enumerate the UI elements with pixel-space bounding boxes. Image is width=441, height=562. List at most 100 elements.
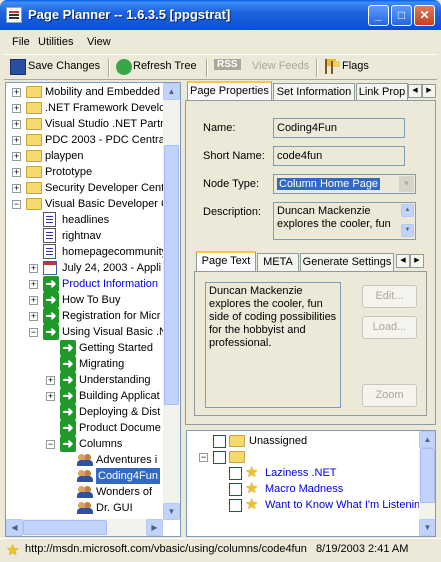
expand-icon[interactable]: + bbox=[46, 392, 55, 401]
tab-page-properties[interactable]: Page Properties bbox=[187, 81, 272, 102]
view-feeds-button[interactable]: View Feeds bbox=[252, 60, 309, 72]
tree-node[interactable]: Dr. GUI bbox=[6, 500, 163, 516]
maximize-button[interactable]: □ bbox=[391, 5, 412, 26]
expand-icon[interactable]: + bbox=[12, 184, 21, 193]
tree-horizontal-scrollbar[interactable]: ◀ ▶ bbox=[6, 519, 163, 536]
scroll-thumb[interactable] bbox=[164, 145, 179, 405]
minimize-button[interactable]: _ bbox=[368, 5, 389, 26]
page-tree[interactable]: + Mobility and Embedded I + .NET Framework … bbox=[5, 82, 181, 537]
tree-node[interactable]: headlines bbox=[6, 212, 163, 228]
tab-generate-settings[interactable]: Generate Settings bbox=[300, 253, 394, 271]
flags-button[interactable]: Flags bbox=[342, 60, 369, 72]
scroll-up-icon[interactable]: ▲ bbox=[419, 431, 435, 448]
scroll-up-icon[interactable]: ▲ bbox=[401, 204, 414, 217]
tree-node[interactable]: + ➜ Understanding bbox=[6, 372, 163, 388]
flags-tree[interactable]: Unassigned − ★ Laziness .NET ★ Macro Madness ★… bbox=[186, 430, 436, 537]
description-scrollbar[interactable]: ▲ ▼ bbox=[401, 204, 414, 238]
scroll-down-icon[interactable]: ▼ bbox=[401, 224, 414, 237]
tab-page-text[interactable]: Page Text bbox=[196, 251, 256, 272]
tree-node[interactable]: Coding4Fun bbox=[6, 468, 163, 484]
tree-node[interactable]: + Mobility and Embedded I bbox=[6, 84, 166, 100]
expand-icon[interactable]: + bbox=[46, 376, 55, 385]
tree-node[interactable]: + ➜ Building Applicat bbox=[6, 388, 163, 404]
flags-vertical-scrollbar[interactable]: ▲ ▼ bbox=[419, 431, 435, 536]
edit-button[interactable]: Edit... bbox=[362, 285, 417, 308]
flag-node[interactable]: ★ Want to Know What I'm Listenin bbox=[187, 497, 420, 513]
refresh-tree-button[interactable]: Refresh Tree bbox=[133, 60, 197, 72]
expand-icon[interactable]: + bbox=[12, 88, 21, 97]
tree-node[interactable]: + ➜ Registration for Micr bbox=[6, 308, 163, 324]
expand-icon[interactable]: + bbox=[12, 120, 21, 129]
load-button[interactable]: Load... bbox=[362, 316, 417, 339]
save-changes-button[interactable]: Save Changes bbox=[28, 60, 100, 72]
tab-scroll-right-icon[interactable]: ▶ bbox=[410, 254, 424, 268]
flag-node[interactable]: ★ Macro Madness bbox=[187, 481, 419, 497]
scroll-thumb[interactable] bbox=[420, 448, 435, 503]
collapse-icon[interactable]: − bbox=[46, 440, 55, 449]
menu-view[interactable]: View bbox=[87, 36, 111, 48]
flag-checkbox[interactable] bbox=[229, 467, 242, 480]
short-name-field[interactable]: code4fun bbox=[273, 146, 405, 166]
scroll-down-icon[interactable]: ▼ bbox=[419, 519, 435, 536]
flag-node[interactable]: Unassigned bbox=[187, 433, 419, 449]
tree-node[interactable]: + July 24, 2003 - Appli bbox=[6, 260, 163, 276]
tree-node[interactable]: + ➜ How To Buy bbox=[6, 292, 163, 308]
tree-node[interactable]: + Security Developer Cent bbox=[6, 180, 164, 196]
tab-scroll-right-icon[interactable]: ▶ bbox=[422, 84, 436, 98]
tab-scroll-left-icon[interactable]: ◀ bbox=[408, 84, 422, 98]
title-bar[interactable]: Page Planner -- 1.6.3.5 [ppgstrat] _ □ ✕ bbox=[0, 0, 441, 30]
tree-node[interactable]: homepagecommunity bbox=[6, 244, 167, 260]
tree-node[interactable]: + PDC 2003 - PDC Central bbox=[6, 132, 167, 148]
tree-node[interactable]: + playpen bbox=[6, 148, 163, 164]
expand-icon[interactable]: + bbox=[12, 136, 21, 145]
tree-node[interactable]: + Visual Studio .NET Partn bbox=[6, 116, 166, 132]
tree-node[interactable]: − ➜ Columns bbox=[6, 436, 163, 452]
tab-meta[interactable]: META bbox=[257, 253, 299, 271]
description-field[interactable]: Duncan Mackenzie explores the cooler, fu… bbox=[273, 202, 416, 240]
chevron-down-icon[interactable]: ▼ bbox=[399, 176, 414, 192]
tree-node[interactable]: Wonders of bbox=[6, 484, 163, 500]
node-type-select[interactable]: Column Home Page ▼ bbox=[273, 174, 416, 194]
tree-node[interactable]: rightnav bbox=[6, 228, 163, 244]
flag-node[interactable]: − bbox=[187, 449, 419, 465]
tab-set-information[interactable]: Set Information bbox=[273, 83, 355, 101]
expand-icon[interactable]: + bbox=[12, 168, 21, 177]
flag-checkbox[interactable] bbox=[229, 483, 242, 496]
expand-icon[interactable]: + bbox=[29, 312, 38, 321]
tree-node[interactable]: + ➜ Product Information bbox=[6, 276, 163, 292]
expand-icon[interactable]: + bbox=[12, 152, 21, 161]
tree-node[interactable]: Adventures i bbox=[6, 452, 163, 468]
tree-node[interactable]: − Visual Basic Developer C bbox=[6, 196, 169, 212]
menu-file[interactable]: File bbox=[12, 36, 30, 48]
scroll-down-icon[interactable]: ▼ bbox=[163, 503, 180, 520]
tree-node[interactable]: + Prototype bbox=[6, 164, 163, 180]
flag-node[interactable]: ★ Laziness .NET bbox=[187, 465, 419, 481]
scroll-right-icon[interactable]: ▶ bbox=[146, 519, 163, 536]
flag-checkbox[interactable] bbox=[229, 499, 242, 512]
tree-node[interactable]: ➜ Migrating bbox=[6, 356, 163, 372]
expand-icon[interactable]: + bbox=[29, 280, 38, 289]
flag-checkbox[interactable] bbox=[213, 435, 226, 448]
zoom-button[interactable]: Zoom bbox=[362, 384, 417, 407]
collapse-icon[interactable]: − bbox=[12, 200, 21, 209]
tree-node[interactable]: ➜ Getting Started bbox=[6, 340, 163, 356]
close-button[interactable]: ✕ bbox=[414, 5, 435, 26]
menu-utilities[interactable]: Utilities bbox=[38, 36, 73, 48]
flag-checkbox[interactable] bbox=[213, 451, 226, 464]
scroll-thumb[interactable] bbox=[23, 520, 107, 535]
scroll-left-icon[interactable]: ◀ bbox=[6, 519, 23, 536]
name-field[interactable]: Coding4Fun bbox=[273, 118, 405, 138]
page-text-field[interactable]: Duncan Mackenzie explores the cooler, fu… bbox=[205, 282, 341, 408]
tab-link-properties[interactable]: Link Prop bbox=[356, 83, 408, 101]
tree-vertical-scrollbar[interactable]: ▲ ▼ bbox=[163, 83, 180, 520]
collapse-icon[interactable]: − bbox=[29, 328, 38, 337]
expand-icon[interactable]: + bbox=[12, 104, 21, 113]
tree-node[interactable]: + .NET Framework Develc bbox=[6, 100, 165, 116]
collapse-icon[interactable]: − bbox=[199, 453, 208, 462]
tree-node[interactable]: ➜ Product Docume bbox=[6, 420, 163, 436]
scroll-up-icon[interactable]: ▲ bbox=[163, 83, 180, 100]
tree-node[interactable]: ➜ Deploying & Dist bbox=[6, 404, 163, 420]
tree-node[interactable]: − ➜ Using Visual Basic .N bbox=[6, 324, 167, 340]
tab-scroll-left-icon[interactable]: ◀ bbox=[396, 254, 410, 268]
expand-icon[interactable]: + bbox=[29, 264, 38, 273]
